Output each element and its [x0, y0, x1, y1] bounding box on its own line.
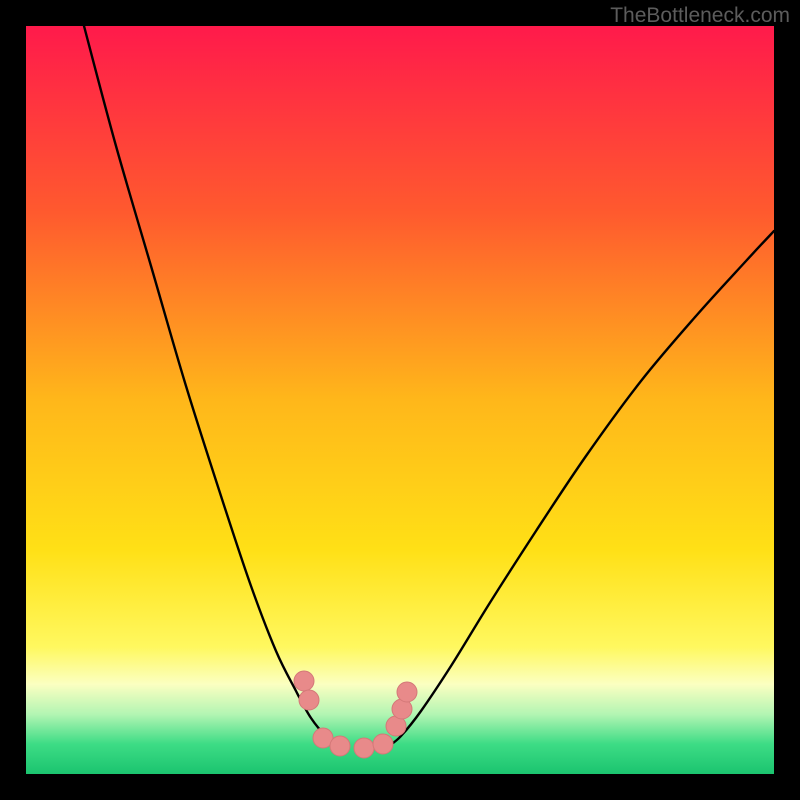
chart-svg: [26, 26, 774, 774]
marker-dot: [299, 690, 319, 710]
chart-frame: TheBottleneck.com: [0, 0, 800, 800]
marker-dot: [354, 738, 374, 758]
gradient-background: [26, 26, 774, 774]
marker-dot: [294, 671, 314, 691]
marker-dot: [330, 736, 350, 756]
watermark-text: TheBottleneck.com: [610, 4, 790, 28]
marker-dot: [397, 682, 417, 702]
marker-dot: [373, 734, 393, 754]
plot-area: [26, 26, 774, 774]
